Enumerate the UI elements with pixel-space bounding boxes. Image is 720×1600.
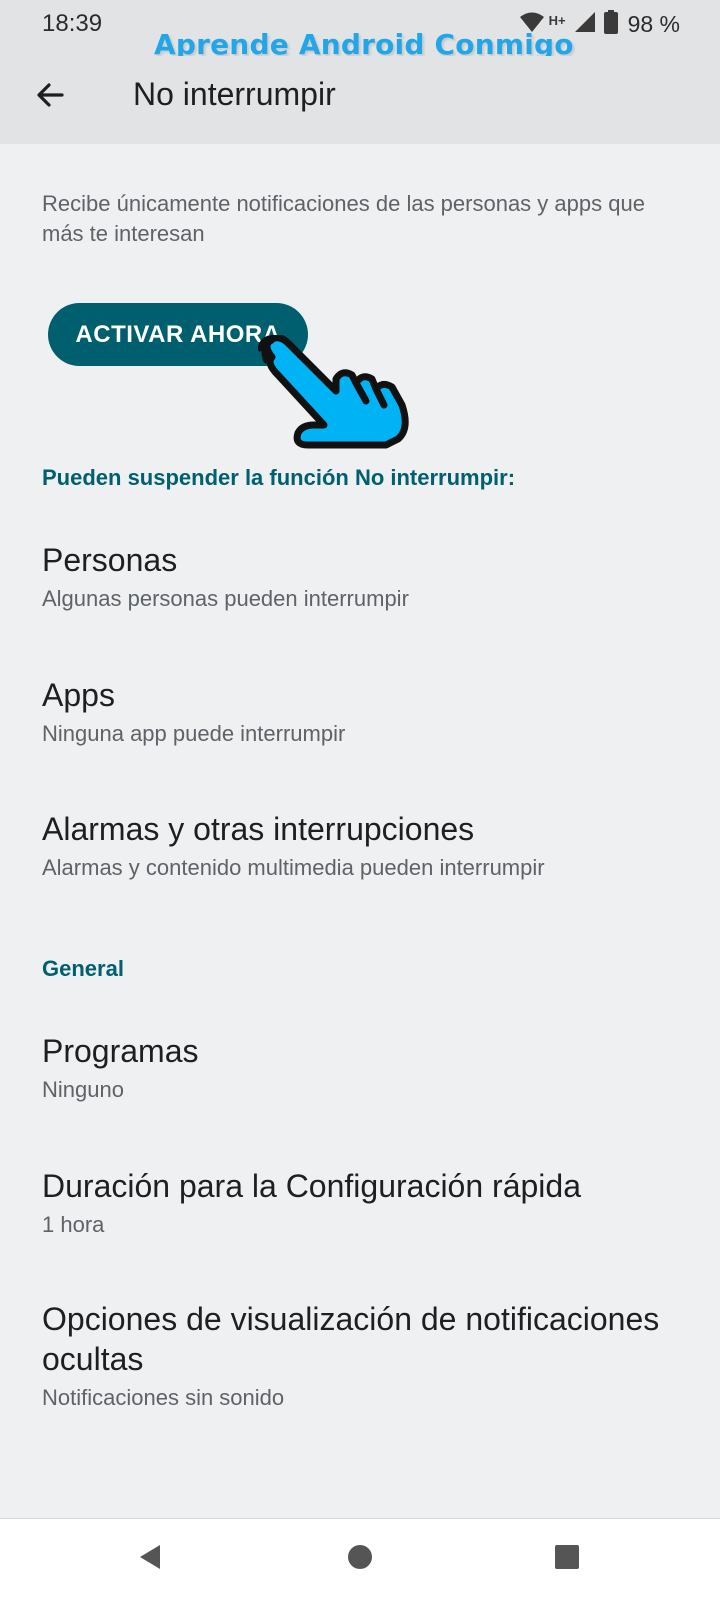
item-title: Personas: [42, 542, 178, 578]
item-title: Programas: [42, 1033, 199, 1069]
item-subtitle: Ninguna app puede interrumpir: [42, 721, 346, 746]
app-bar: No interrumpir: [0, 56, 720, 144]
battery-icon: [603, 10, 618, 39]
list-item-hidden-notifications[interactable]: Opciones de visualización de notificacio…: [42, 1299, 692, 1413]
description-text: Recibe únicamente notificaciones de las …: [42, 191, 645, 246]
pointing-hand-icon: [257, 334, 418, 465]
list-item-apps[interactable]: Apps Ninguna app puede interrumpir: [42, 675, 692, 749]
back-button[interactable]: [26, 73, 74, 121]
page-title: No interrumpir: [133, 76, 336, 112]
navigation-bar: [0, 1518, 720, 1600]
list-item-schedules[interactable]: Programas Ninguno: [42, 1031, 692, 1105]
status-time: 18:39: [42, 10, 103, 37]
battery-percentage: 98 %: [627, 11, 680, 37]
item-subtitle: Notificaciones sin sonido: [42, 1385, 285, 1410]
section-header-interrupt: Pueden suspender la función No interrump…: [42, 465, 516, 490]
list-item-quick-settings-duration[interactable]: Duración para la Configuración rápida 1 …: [42, 1166, 692, 1240]
list-item-personas[interactable]: Personas Algunas personas pueden interru…: [42, 540, 692, 614]
signal-icon: [574, 11, 596, 38]
item-title: Apps: [42, 677, 115, 713]
activate-now-label: ACTIVAR AHORA: [75, 320, 281, 348]
item-title: Alarmas y otras interrupciones: [42, 811, 475, 847]
network-type-label: H+: [548, 13, 566, 28]
home-circle-icon: [347, 1544, 373, 1575]
back-triangle-icon: [136, 1543, 164, 1576]
nav-back-button[interactable]: [128, 1537, 172, 1581]
item-title: Duración para la Configuración rápida: [42, 1168, 581, 1204]
recents-square-icon: [554, 1544, 580, 1575]
item-subtitle: Alarmas y contenido multimedia pueden in…: [42, 855, 545, 880]
item-subtitle: Ninguno: [42, 1077, 124, 1102]
list-item-alarms[interactable]: Alarmas y otras interrupciones Alarmas y…: [42, 809, 692, 883]
section-header-general: General: [42, 956, 124, 981]
item-subtitle: 1 hora: [42, 1212, 105, 1237]
item-title: Opciones de visualización de notificacio…: [42, 1301, 660, 1377]
nav-home-button[interactable]: [338, 1537, 382, 1581]
nav-recents-button[interactable]: [545, 1537, 589, 1581]
item-subtitle: Algunas personas pueden interrumpir: [42, 586, 409, 611]
arrow-left-icon: [34, 79, 66, 116]
